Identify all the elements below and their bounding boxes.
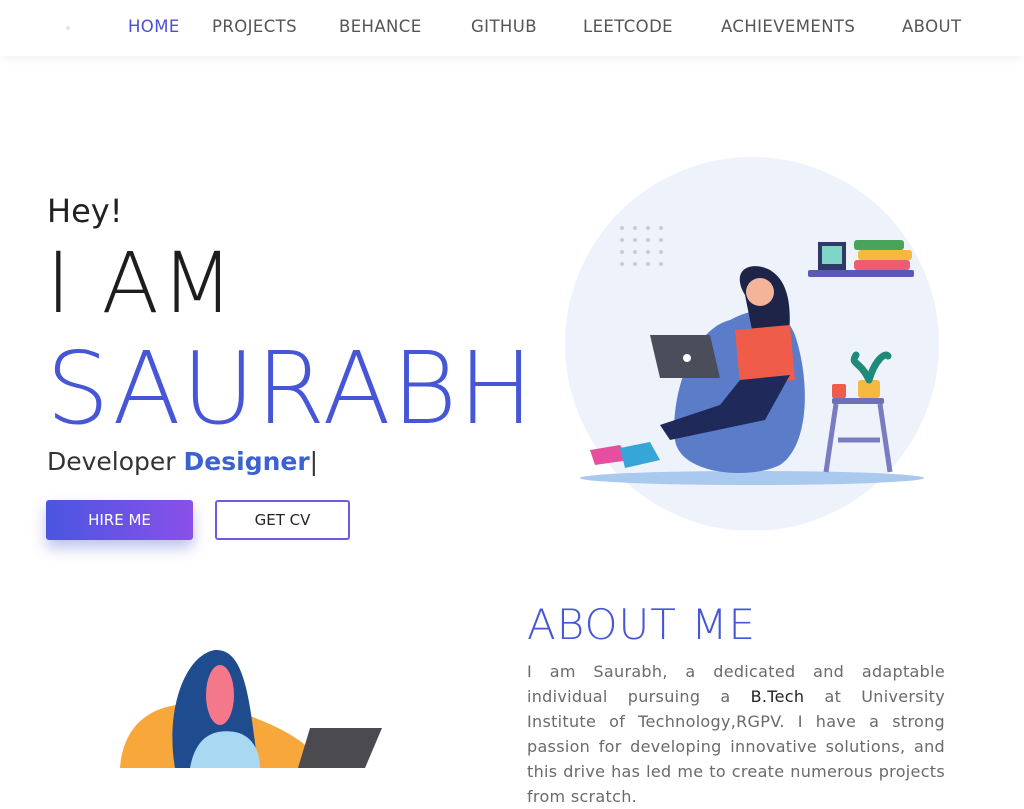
nav-leetcode[interactable]: LEETCODE xyxy=(583,17,673,36)
hero-name: SAURABH xyxy=(46,330,528,447)
hero-intro: I AM xyxy=(46,234,236,332)
role-plain: Developer xyxy=(47,447,184,476)
nav-projects[interactable]: PROJECTS xyxy=(212,17,297,36)
get-cv-button[interactable]: GET CV xyxy=(215,500,350,540)
side-table xyxy=(832,398,884,404)
mug xyxy=(832,384,846,398)
about-laptop xyxy=(298,728,382,768)
nav-behance[interactable]: BEHANCE xyxy=(339,17,422,36)
nav-github[interactable]: GITHUB xyxy=(471,17,537,36)
role-accent: Designer xyxy=(183,447,310,476)
hero-greeting: Hey! xyxy=(47,192,123,230)
typing-cursor: | xyxy=(309,447,319,476)
nav-home[interactable]: HOME xyxy=(128,17,180,36)
floor-shadow xyxy=(580,471,924,485)
navbar: HOME PROJECTS BEHANCE GITHUB LEETCODE AC… xyxy=(0,0,1024,56)
nav-achievements[interactable]: ACHIEVEMENTS xyxy=(721,17,855,36)
about-text: I am Saurabh, a dedicated and adaptable … xyxy=(527,659,945,809)
nav-about[interactable]: ABOUT xyxy=(902,17,961,36)
logo[interactable] xyxy=(66,26,70,30)
about-face xyxy=(206,665,234,725)
hero-roles: Developer Designer| xyxy=(47,447,318,476)
shelf xyxy=(808,270,914,277)
book-stack xyxy=(854,260,910,270)
hire-me-button[interactable]: HIRE ME xyxy=(46,500,193,540)
face xyxy=(746,278,774,306)
about-illustration xyxy=(120,649,382,768)
hero-illustration xyxy=(565,157,939,530)
about-text-highlight: B.Tech xyxy=(750,687,805,706)
about-title: ABOUT ME xyxy=(527,600,757,649)
